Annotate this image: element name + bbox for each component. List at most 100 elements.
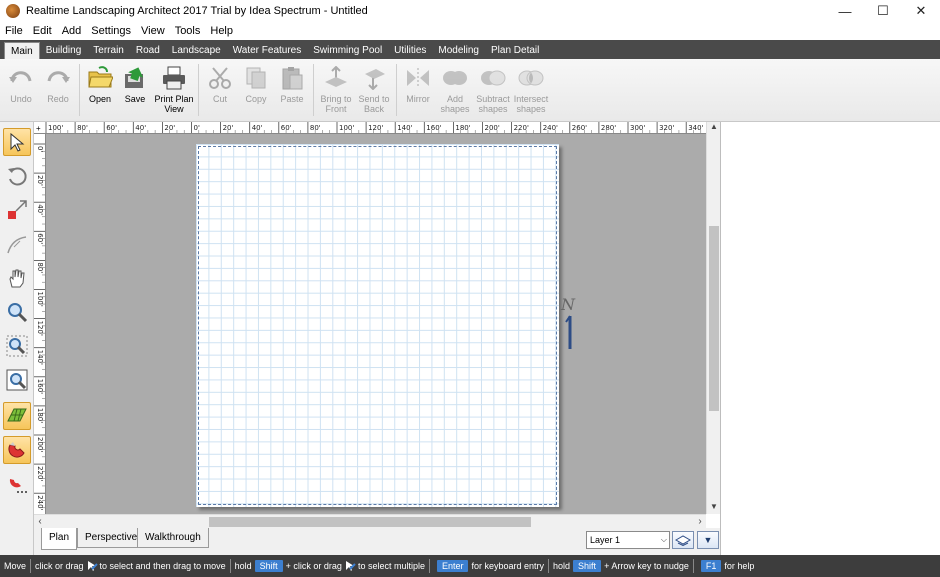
window-title: Realtime Landscaping Architect 2017 Tria…	[26, 5, 368, 17]
ruler-label: 200'	[36, 437, 44, 452]
edit-curve-tool[interactable]	[3, 230, 31, 258]
toolbar-separator	[396, 64, 397, 116]
open-button[interactable]: Open	[83, 59, 117, 121]
subtract-shapes-button[interactable]: Subtract shapes	[474, 59, 512, 121]
tab-main[interactable]: Main	[4, 42, 40, 59]
layer-dropdown-button[interactable]: ▼	[697, 531, 719, 549]
redo-icon	[45, 65, 71, 91]
undo-button[interactable]: Undo	[2, 59, 40, 121]
vertical-scrollbar[interactable]: ▲ ▼	[706, 122, 720, 514]
plan-paper[interactable]	[196, 144, 559, 507]
menu-view[interactable]: View	[136, 25, 170, 37]
ruler-label: 180'	[36, 408, 44, 423]
tab-walkthrough[interactable]: Walkthrough	[137, 528, 209, 548]
save-button[interactable]: Save	[117, 59, 153, 121]
pan-tool[interactable]	[3, 264, 31, 292]
send-to-back-button[interactable]: Send to Back	[355, 59, 393, 121]
horizontal-scrollbar[interactable]: ‹ ›	[34, 514, 706, 528]
select-arrow-icon	[10, 132, 25, 152]
bring-to-front-button[interactable]: Bring to Front	[317, 59, 355, 121]
plan-canvas[interactable]: N	[46, 134, 706, 514]
minimize-button[interactable]: —	[826, 0, 864, 22]
vertical-scroll-thumb[interactable]	[709, 226, 719, 411]
cut-button[interactable]: Cut	[202, 59, 238, 121]
ruler-label: 160'	[36, 379, 44, 394]
close-button[interactable]: ✕	[902, 0, 940, 22]
save-icon	[122, 65, 148, 91]
right-panel	[720, 122, 940, 555]
tab-swimming-pool[interactable]: Swimming Pool	[307, 42, 388, 59]
mirror-button[interactable]: Mirror	[400, 59, 436, 121]
ruler-label: 340'	[688, 124, 703, 132]
print-plan-view-button[interactable]: Print Plan View	[153, 59, 195, 121]
tool-palette	[0, 122, 34, 555]
resize-tool[interactable]	[3, 196, 31, 224]
window-controls: — ☐ ✕	[826, 0, 940, 22]
tab-modeling[interactable]: Modeling	[432, 42, 485, 59]
menu-settings[interactable]: Settings	[86, 25, 136, 37]
ruler-label: 80'	[36, 262, 44, 273]
toolbar-separator	[79, 64, 80, 116]
tab-terrain[interactable]: Terrain	[87, 42, 130, 59]
ruler-ticks: +100' 80' 60' 40' 20' 0' 20' 40' 60' 80' 100' 120' 1…	[36, 122, 704, 133]
menu-add[interactable]: Add	[57, 25, 87, 37]
scroll-up-arrow-icon[interactable]: ▲	[707, 122, 721, 134]
ruler-label: 120'	[36, 321, 44, 336]
ruler-label: 20'	[223, 124, 234, 132]
tab-landscape[interactable]: Landscape	[166, 42, 227, 59]
chevron-down-icon: ▼	[703, 535, 713, 545]
rotate-tool[interactable]	[3, 162, 31, 190]
snap-options[interactable]	[3, 470, 31, 498]
menu-bar: File Edit Add Settings View Tools Help	[0, 22, 940, 40]
toolbar-separator	[313, 64, 314, 116]
printer-icon	[161, 65, 187, 91]
resize-icon	[8, 200, 27, 219]
scroll-right-arrow-icon[interactable]: ›	[694, 515, 706, 529]
zoom-region-tool[interactable]	[3, 332, 31, 360]
maximize-button[interactable]: ☐	[864, 0, 902, 22]
tab-road[interactable]: Road	[130, 42, 166, 59]
grid-toggle[interactable]	[3, 402, 31, 430]
layer-select[interactable]: Layer 1 ⌵	[586, 531, 670, 549]
tab-building[interactable]: Building	[40, 42, 88, 59]
bring-to-front-icon	[323, 65, 349, 91]
horizontal-scroll-thumb[interactable]	[209, 517, 531, 527]
north-arrow-icon[interactable]: N	[559, 294, 583, 354]
intersect-shapes-button[interactable]: Intersect shapes	[512, 59, 550, 121]
north-label: N	[560, 295, 576, 314]
status-separator	[229, 559, 231, 573]
menu-edit[interactable]: Edit	[28, 25, 57, 37]
menu-help[interactable]: Help	[205, 25, 238, 37]
status-separator	[692, 559, 694, 573]
ruler-label: 0'	[194, 124, 200, 132]
shift-key-badge: Shift	[573, 560, 602, 572]
ruler-label: 240'	[543, 124, 558, 132]
layer-select-value: Layer 1	[590, 535, 621, 545]
menu-tools[interactable]: Tools	[170, 25, 206, 37]
menu-file[interactable]: File	[0, 25, 28, 37]
zoom-extents-tool[interactable]	[3, 366, 31, 394]
tab-plan-detail[interactable]: Plan Detail	[485, 42, 545, 59]
vertical-ruler: 0' 20' 40' 60' 80' 100' 120' 140' 160' 180' 200' 22…	[34, 134, 46, 514]
layer-settings-button[interactable]	[672, 531, 694, 549]
select-tool[interactable]	[3, 128, 31, 156]
snap-toggle[interactable]	[3, 436, 31, 464]
enter-key-badge: Enter	[436, 560, 469, 572]
zoom-extents-icon	[6, 369, 28, 391]
ruler-label: 140'	[36, 350, 44, 365]
tab-plan[interactable]: Plan	[41, 528, 78, 550]
open-folder-icon	[87, 65, 113, 91]
redo-button[interactable]: Redo	[40, 59, 76, 121]
copy-button[interactable]: Copy	[238, 59, 274, 121]
ruler-label: 60'	[36, 233, 44, 244]
scroll-down-arrow-icon[interactable]: ▼	[707, 502, 721, 514]
tab-perspective[interactable]: Perspective	[77, 528, 146, 548]
tab-utilities[interactable]: Utilities	[388, 42, 432, 59]
zoom-tool[interactable]	[3, 298, 31, 326]
tab-water-features[interactable]: Water Features	[227, 42, 308, 59]
add-shapes-button[interactable]: Add shapes	[436, 59, 474, 121]
scissors-icon	[207, 65, 233, 91]
ruler-label: 200'	[485, 124, 500, 132]
paste-button[interactable]: Paste	[274, 59, 310, 121]
scroll-left-arrow-icon[interactable]: ‹	[34, 515, 46, 529]
